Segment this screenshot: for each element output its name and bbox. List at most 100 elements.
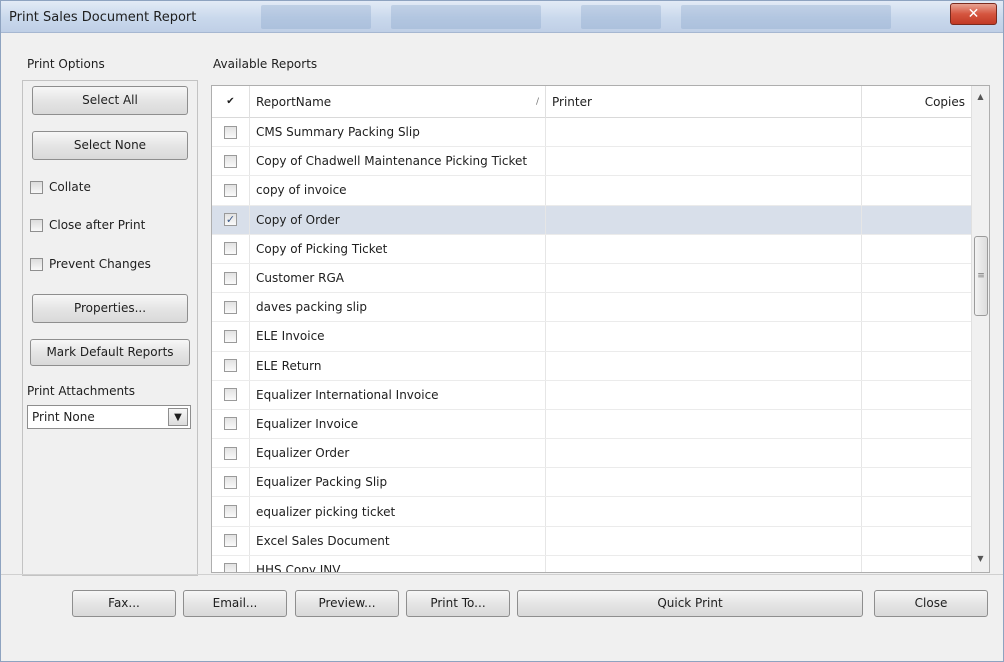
printer-cell[interactable] <box>546 176 862 205</box>
printer-cell[interactable] <box>546 205 862 234</box>
checkbox-box[interactable] <box>30 180 43 194</box>
scroll-thumb[interactable]: ≡ <box>974 236 988 316</box>
row-checkbox[interactable] <box>224 475 237 489</box>
row-checkbox[interactable] <box>224 446 237 460</box>
row-checkbox[interactable] <box>224 242 237 256</box>
printer-column-header[interactable]: Printer <box>546 86 862 118</box>
select-none-button[interactable]: Select None <box>32 131 188 160</box>
printer-cell[interactable] <box>546 118 862 147</box>
checkbox-box[interactable] <box>30 257 43 271</box>
row-checkbox[interactable] <box>224 417 237 431</box>
row-check-cell <box>212 147 250 176</box>
table-row[interactable]: Equalizer Invoice <box>212 409 972 440</box>
fax-button[interactable]: Fax... <box>72 590 176 617</box>
printer-cell[interactable] <box>546 526 862 555</box>
row-check-cell <box>212 176 250 205</box>
copies-cell[interactable] <box>862 263 972 293</box>
printer-cell[interactable] <box>546 147 862 176</box>
row-checkbox[interactable] <box>224 125 237 139</box>
printer-cell[interactable] <box>546 380 862 409</box>
row-checkbox[interactable]: ✓ <box>224 213 237 227</box>
table-row[interactable]: ✓ Copy of Order <box>212 205 972 235</box>
table-row[interactable]: Equalizer Packing Slip <box>212 468 972 498</box>
copies-cell[interactable] <box>862 555 972 572</box>
table-row[interactable]: CMS Summary Packing Slip <box>212 118 972 148</box>
printer-cell[interactable] <box>546 468 862 497</box>
table-row[interactable]: ELE Invoice <box>212 322 972 352</box>
copies-cell[interactable] <box>862 118 972 147</box>
quick-print-button[interactable]: Quick Print <box>517 590 863 617</box>
collate-checkbox[interactable]: Collate <box>30 178 91 196</box>
table-row[interactable]: Equalizer International Invoice <box>212 380 972 410</box>
reportname-header-label: ReportName <box>256 95 332 109</box>
reportname-column-header[interactable]: ReportName / <box>250 86 546 118</box>
email-button[interactable]: Email... <box>183 590 287 617</box>
row-checkbox[interactable] <box>224 183 237 197</box>
print-attachments-select[interactable]: Print None ▼ <box>27 405 191 429</box>
table-row[interactable]: daves packing slip <box>212 293 972 323</box>
copies-cell[interactable] <box>862 351 972 380</box>
table-row[interactable]: Customer RGA <box>212 263 972 294</box>
copies-cell[interactable] <box>862 234 972 263</box>
copies-cell[interactable] <box>862 439 972 468</box>
copies-cell[interactable] <box>862 322 972 351</box>
printer-cell[interactable] <box>546 439 862 468</box>
copies-cell[interactable] <box>862 468 972 497</box>
table-row[interactable]: HHS Copy INV <box>212 555 972 572</box>
prevent-changes-checkbox[interactable]: Prevent Changes <box>30 255 151 273</box>
copies-column-header[interactable]: Copies <box>862 86 972 118</box>
printer-cell[interactable] <box>546 497 862 526</box>
background-blur <box>681 5 891 29</box>
table-row[interactable]: Equalizer Order <box>212 439 972 469</box>
printer-cell[interactable] <box>546 293 862 322</box>
copies-cell[interactable] <box>862 205 972 234</box>
table-row[interactable]: Copy of Chadwell Maintenance Picking Tic… <box>212 147 972 177</box>
printer-cell[interactable] <box>546 234 862 263</box>
printer-cell[interactable] <box>546 322 862 351</box>
report-name-cell: HHS Copy INV <box>250 555 546 572</box>
close-after-print-checkbox[interactable]: Close after Print <box>30 216 145 234</box>
copies-cell[interactable] <box>862 526 972 555</box>
row-checkbox[interactable] <box>224 534 237 548</box>
table-row[interactable]: Excel Sales Document <box>212 526 972 556</box>
report-name-cell: copy of invoice <box>250 176 546 205</box>
reports-grid[interactable]: ✔ ReportName / Printer Copies CMS Summar… <box>211 85 990 573</box>
chevron-down-icon[interactable]: ▼ <box>168 408 188 426</box>
row-checkbox[interactable] <box>224 154 237 168</box>
copies-cell[interactable] <box>862 380 972 409</box>
printer-cell[interactable] <box>546 409 862 439</box>
scroll-up-icon[interactable]: ▲ <box>972 88 989 105</box>
checkbox-box[interactable] <box>30 218 43 232</box>
table-row[interactable]: copy of invoice <box>212 176 972 206</box>
copies-cell[interactable] <box>862 147 972 176</box>
close-button[interactable]: Close <box>874 590 988 617</box>
copies-cell[interactable] <box>862 176 972 205</box>
report-name-cell: Copy of Order <box>250 205 546 234</box>
copies-cell[interactable] <box>862 293 972 322</box>
properties-button[interactable]: Properties... <box>32 294 188 323</box>
printer-cell[interactable] <box>546 555 862 572</box>
row-checkbox[interactable] <box>224 505 237 519</box>
copies-cell[interactable] <box>862 497 972 526</box>
row-checkbox[interactable] <box>224 563 237 572</box>
title-bar[interactable]: Print Sales Document Report ✕ <box>1 1 1003 33</box>
table-row[interactable]: equalizer picking ticket <box>212 497 972 527</box>
row-checkbox[interactable] <box>224 300 237 314</box>
print-to-button[interactable]: Print To... <box>406 590 510 617</box>
table-row[interactable]: ELE Return <box>212 351 972 381</box>
select-all-button[interactable]: Select All <box>32 86 188 115</box>
printer-cell[interactable] <box>546 351 862 380</box>
mark-default-reports-button[interactable]: Mark Default Reports <box>30 339 190 366</box>
row-checkbox[interactable] <box>224 388 237 402</box>
scroll-down-icon[interactable]: ▼ <box>972 550 989 567</box>
table-row[interactable]: Copy of Picking Ticket <box>212 234 972 264</box>
row-checkbox[interactable] <box>224 329 237 343</box>
check-column-header[interactable]: ✔ <box>212 86 250 118</box>
row-checkbox[interactable] <box>224 359 237 373</box>
preview-button[interactable]: Preview... <box>295 590 399 617</box>
vertical-scrollbar[interactable]: ▲ ≡ ▼ <box>971 86 989 572</box>
copies-cell[interactable] <box>862 409 972 439</box>
printer-cell[interactable] <box>546 263 862 293</box>
close-window-button[interactable]: ✕ <box>950 3 997 25</box>
row-checkbox[interactable] <box>224 271 237 285</box>
